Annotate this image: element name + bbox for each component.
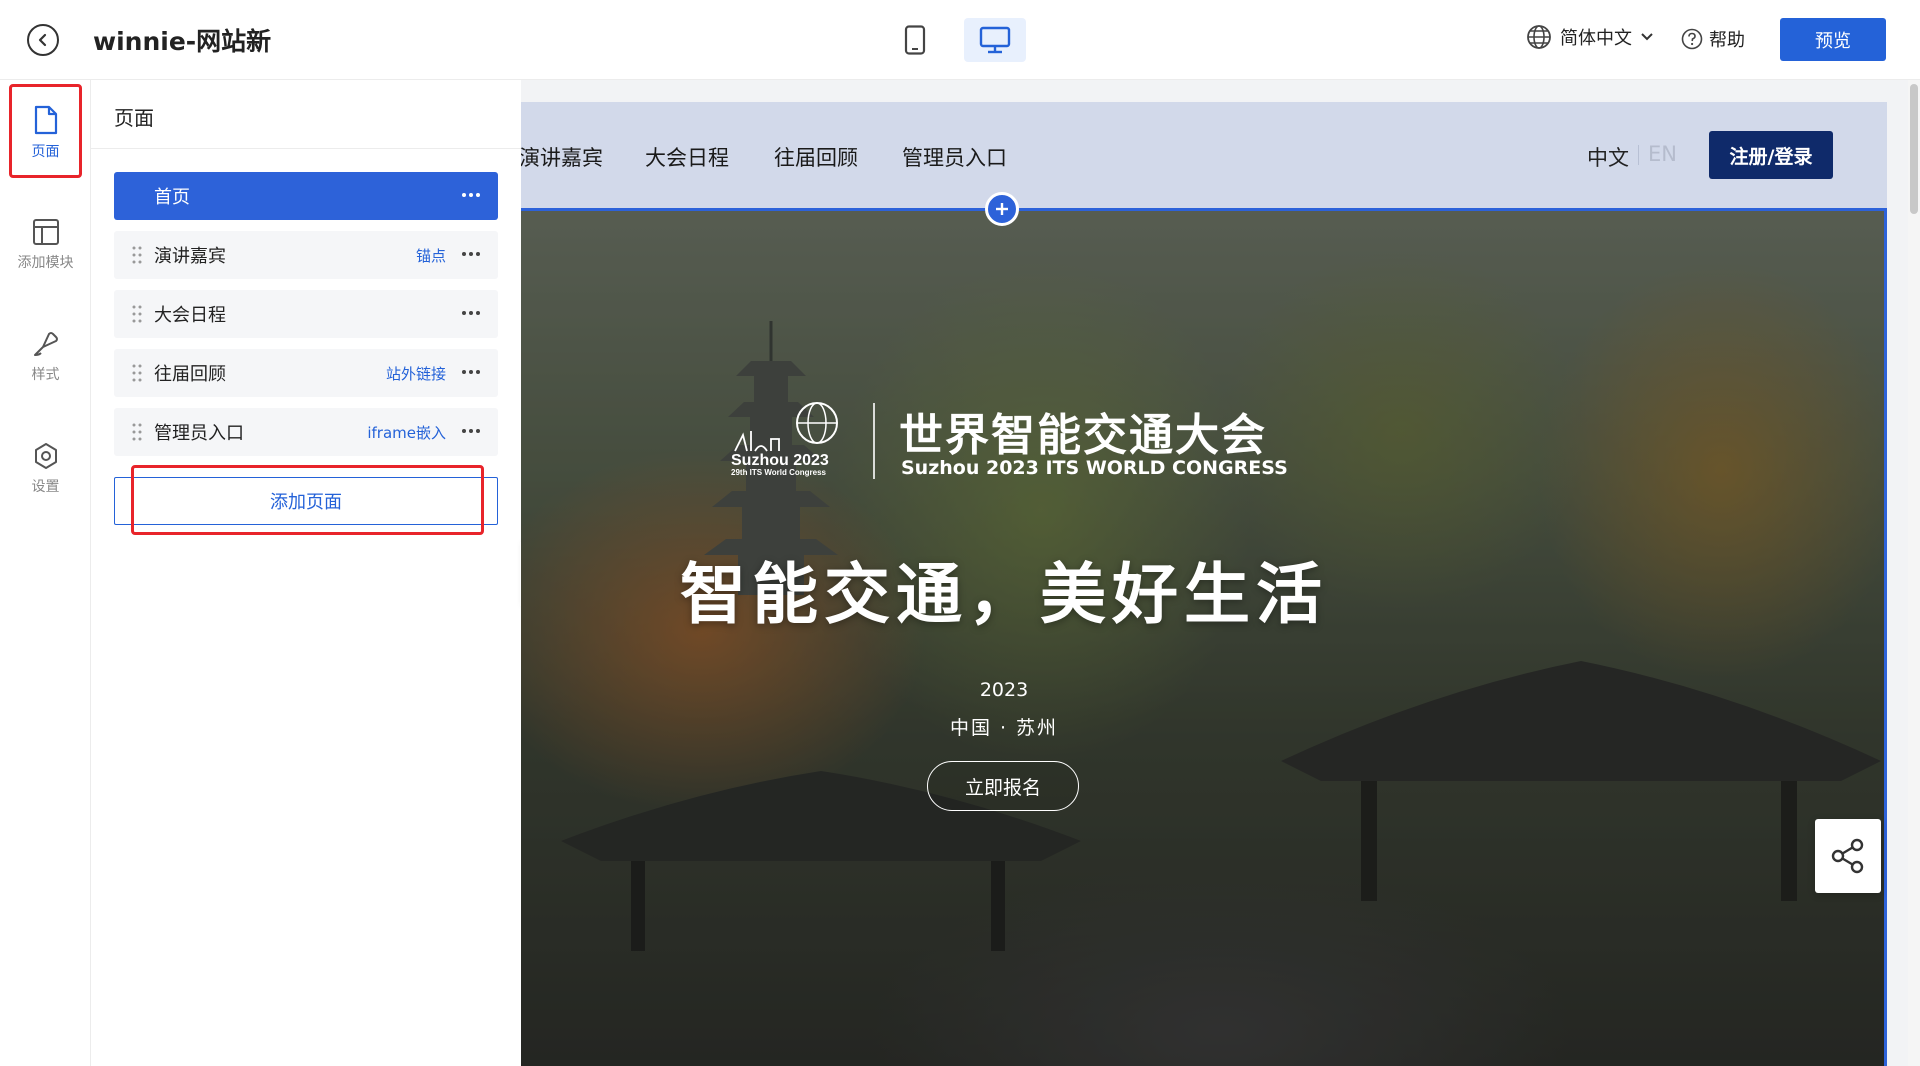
scrollbar-thumb[interactable] xyxy=(1910,84,1918,214)
lang-en-link[interactable]: EN xyxy=(1648,142,1677,166)
help-link[interactable]: 帮助 xyxy=(1681,26,1745,52)
divider xyxy=(873,403,875,479)
drag-handle-icon[interactable] xyxy=(132,423,142,441)
globe-icon xyxy=(1527,25,1551,49)
device-switch xyxy=(884,18,1026,62)
nav-link-review[interactable]: 往届回顾 xyxy=(774,142,858,172)
hero-slogan: 智能交通，美好生活 xyxy=(680,556,1328,633)
chevron-left-icon xyxy=(38,33,47,47)
site-nav: 演讲嘉宾 大会日程 往届回顾 管理员入口 中文 EN 注册/登录 xyxy=(521,102,1887,211)
hero-location: 中国 · 苏州 xyxy=(949,717,1059,739)
page-item-home[interactable]: 首页 xyxy=(114,172,498,220)
login-button[interactable]: 注册/登录 xyxy=(1709,131,1833,179)
left-rail: 页面 添加模块 样式 设置 xyxy=(0,80,91,1066)
nav-link-admin[interactable]: 管理员入口 xyxy=(902,142,1007,172)
logo-text: Suzhou 2023 xyxy=(731,452,829,469)
page-item-speakers[interactable]: 演讲嘉宾 锚点 xyxy=(114,231,498,279)
drag-handle-icon[interactable] xyxy=(132,305,142,323)
nav-link-speakers[interactable]: 演讲嘉宾 xyxy=(521,142,603,172)
more-icon[interactable] xyxy=(456,180,486,210)
congress-title-zh: 世界智能交通大会 xyxy=(899,410,1267,461)
more-icon[interactable] xyxy=(456,416,486,446)
page-name: 大会日程 xyxy=(154,305,226,326)
nav-link-schedule[interactable]: 大会日程 xyxy=(645,142,729,172)
page-name: 演讲嘉宾 xyxy=(154,246,226,267)
site-title: winnie-网站新 xyxy=(93,27,272,56)
page-type-tag: 锚点 xyxy=(415,246,446,265)
rail-item-label: 添加模块 xyxy=(17,255,74,271)
editor-canvas: 演讲嘉宾 大会日程 往届回顾 管理员入口 中文 EN 注册/登录 Suzhou … xyxy=(521,80,1920,1066)
preview-button[interactable]: 预览 xyxy=(1780,18,1886,61)
drag-handle-icon[interactable] xyxy=(132,364,142,382)
rail-item-label: 页面 xyxy=(31,144,60,160)
rail-item-label: 样式 xyxy=(31,367,60,383)
congress-title-en: Suzhou 2023 ITS WORLD CONGRESS xyxy=(901,457,1288,479)
brush-icon xyxy=(33,332,58,356)
more-icon[interactable] xyxy=(456,298,486,328)
layout-icon xyxy=(32,219,59,245)
hero-banner: Suzhou 2023 29th ITS World Congress 世界智能… xyxy=(521,211,1887,1066)
top-toolbar: winnie-网站新 简体中文 帮助 预览 xyxy=(0,0,1920,80)
page-type-tag: iframe嵌入 xyxy=(367,423,446,442)
drag-handle-icon[interactable] xyxy=(132,246,142,264)
rail-item-add-module[interactable]: 添加模块 xyxy=(0,200,91,290)
rail-item-style[interactable]: 样式 xyxy=(0,312,91,402)
rail-item-pages[interactable]: 页面 xyxy=(0,88,91,178)
page-name: 管理员入口 xyxy=(154,423,244,444)
desktop-view-button[interactable] xyxy=(964,18,1026,62)
hero-overlay xyxy=(521,211,1887,1066)
language-label: 简体中文 xyxy=(1560,28,1632,49)
add-page-button[interactable]: 添加页面 xyxy=(114,477,498,525)
share-icon xyxy=(1831,838,1864,874)
language-select[interactable]: 简体中文 xyxy=(1526,24,1654,50)
mobile-view-button[interactable] xyxy=(884,18,946,62)
page-item-review[interactable]: 往届回顾 站外链接 xyxy=(114,349,498,397)
share-button[interactable] xyxy=(1815,819,1881,893)
rail-item-label: 设置 xyxy=(31,479,60,495)
hero-year: 2023 xyxy=(979,679,1029,701)
help-icon xyxy=(1681,28,1703,50)
back-button[interactable] xyxy=(27,24,59,56)
desktop-icon xyxy=(979,26,1011,54)
more-icon[interactable] xyxy=(456,357,486,387)
congress-logo: Suzhou 2023 29th ITS World Congress xyxy=(731,402,838,477)
logo-subtext: 29th ITS World Congress xyxy=(731,468,827,477)
page-item-admin[interactable]: 管理员入口 iframe嵌入 xyxy=(114,408,498,456)
page-item-schedule[interactable]: 大会日程 xyxy=(114,290,498,338)
chevron-down-icon xyxy=(1641,33,1653,41)
section-selection-line xyxy=(1884,211,1887,1066)
divider xyxy=(91,148,521,149)
help-label: 帮助 xyxy=(1709,30,1745,51)
pages-panel: 页面 首页 演讲嘉宾 锚点 大会日程 往届回顾 站外链接 管理员入口 ifram… xyxy=(91,80,521,1066)
canvas-scrollbar[interactable] xyxy=(1908,80,1920,1066)
lang-zh-link[interactable]: 中文 xyxy=(1587,142,1629,172)
site-preview: 演讲嘉宾 大会日程 往届回顾 管理员入口 中文 EN 注册/登录 Suzhou … xyxy=(521,102,1887,1066)
rail-item-settings[interactable]: 设置 xyxy=(0,424,91,514)
page-name: 首页 xyxy=(154,187,190,208)
panel-title: 页面 xyxy=(114,106,154,130)
settings-icon xyxy=(34,443,57,469)
add-section-button[interactable] xyxy=(985,192,1019,226)
page-icon xyxy=(34,105,57,135)
plus-icon xyxy=(996,203,1008,215)
page-type-tag: 站外链接 xyxy=(385,364,446,383)
divider xyxy=(1638,145,1639,165)
more-icon[interactable] xyxy=(456,239,486,269)
register-button[interactable]: 立即报名 xyxy=(927,761,1079,811)
page-name: 往届回顾 xyxy=(154,364,226,385)
mobile-icon xyxy=(904,25,926,55)
